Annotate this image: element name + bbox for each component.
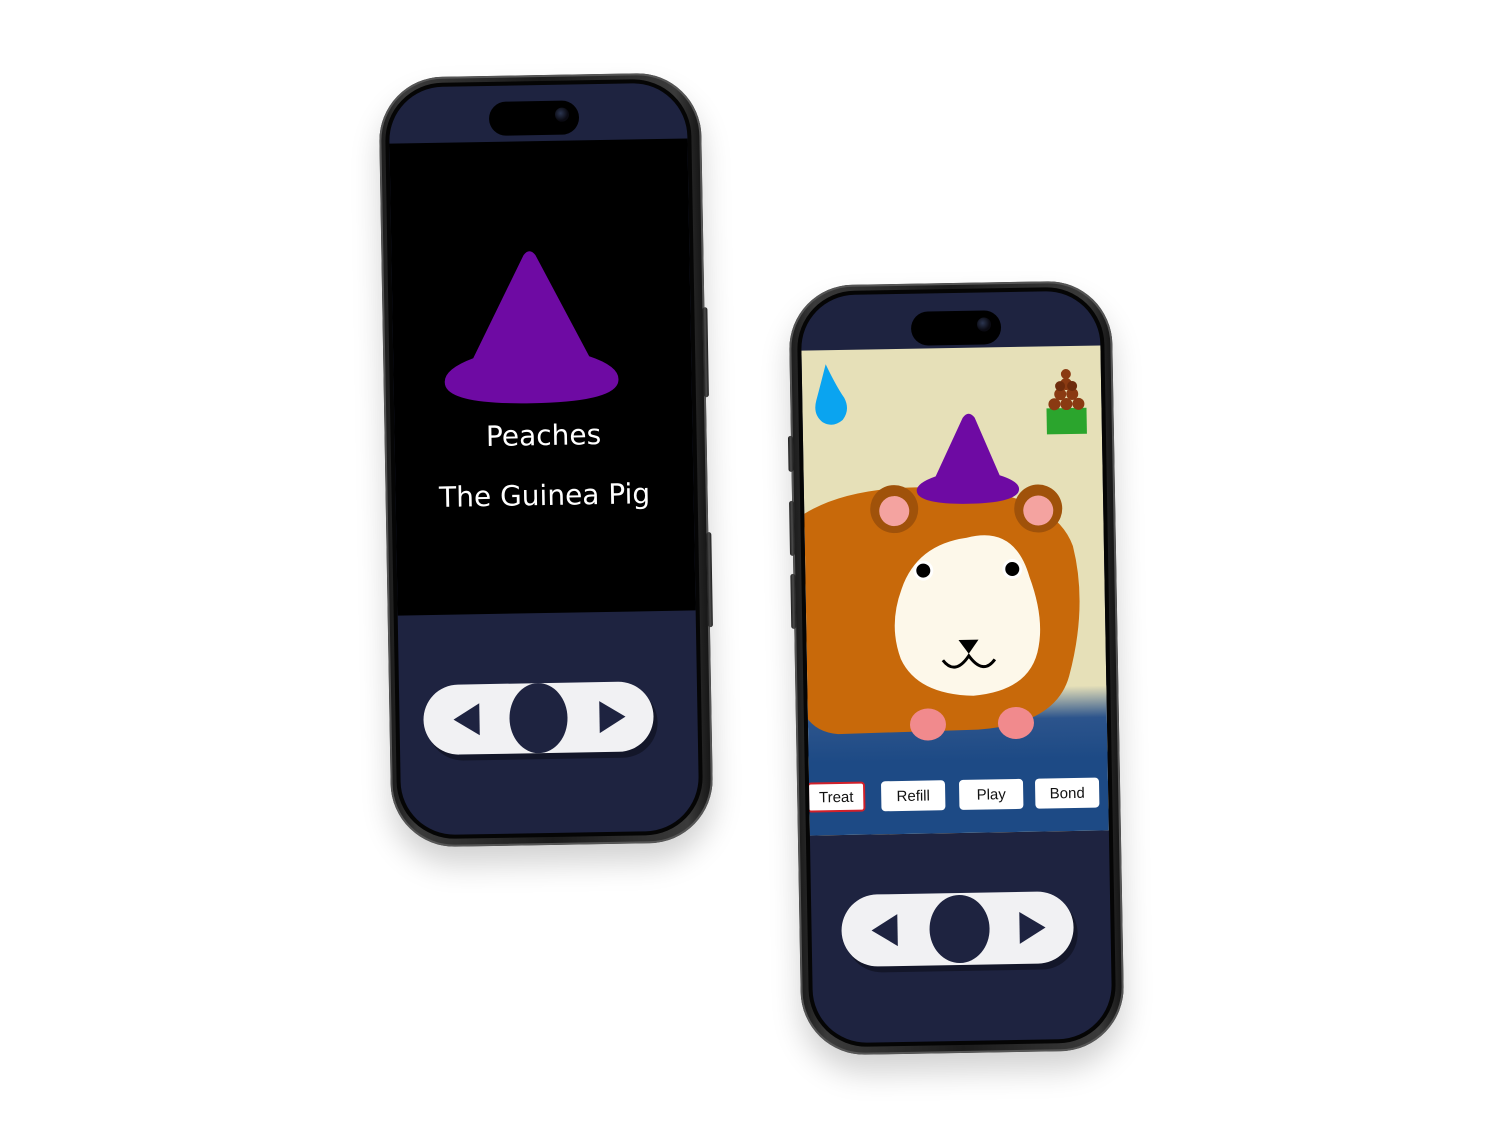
camera-icon bbox=[554, 107, 570, 122]
treat-button[interactable]: Treat bbox=[806, 781, 866, 813]
select-button[interactable] bbox=[928, 894, 991, 964]
left-arrow-icon[interactable] bbox=[453, 703, 480, 736]
mute-switch bbox=[787, 435, 794, 472]
screen: Treat Refill Play Bond bbox=[800, 290, 1113, 1044]
refill-button[interactable]: Refill bbox=[880, 780, 946, 812]
phone-title-screen: Peaches The Guinea Pig bbox=[378, 72, 714, 848]
volume-up-button bbox=[789, 500, 796, 556]
right-arrow-icon[interactable] bbox=[1019, 911, 1046, 944]
controller-pad bbox=[422, 681, 655, 756]
dynamic-island bbox=[910, 310, 1002, 346]
food-bowl-icon[interactable] bbox=[1046, 369, 1087, 435]
power-button bbox=[702, 307, 709, 398]
left-arrow-icon[interactable] bbox=[871, 914, 898, 947]
pet-scene bbox=[801, 364, 1087, 743]
wizard-hat-icon bbox=[444, 251, 619, 404]
dynamic-island bbox=[488, 100, 580, 136]
action-bar: Treat Refill Play Bond bbox=[806, 777, 1109, 822]
controller-pad bbox=[840, 891, 1075, 968]
bezel: Peaches The Guinea Pig bbox=[384, 78, 704, 840]
game-area: Treat Refill Play Bond bbox=[801, 345, 1109, 836]
bond-button[interactable]: Bond bbox=[1034, 777, 1100, 809]
title-display: Peaches The Guinea Pig bbox=[389, 138, 696, 616]
water-drop-icon[interactable] bbox=[815, 364, 848, 425]
phone-game-screen: Treat Refill Play Bond bbox=[787, 280, 1125, 1056]
play-button[interactable]: Play bbox=[958, 778, 1024, 810]
screen: Peaches The Guinea Pig bbox=[388, 82, 700, 836]
guinea-pig-avatar[interactable] bbox=[801, 412, 1082, 743]
side-button bbox=[706, 532, 713, 628]
select-button[interactable] bbox=[508, 682, 569, 754]
camera-icon bbox=[976, 317, 992, 332]
mockup-stage: Peaches The Guinea Pig Treat Refill Play… bbox=[0, 0, 1501, 1126]
volume-down-button bbox=[790, 573, 797, 629]
right-arrow-icon[interactable] bbox=[599, 700, 626, 734]
pet-name: Peaches bbox=[485, 418, 602, 454]
pet-species: The Guinea Pig bbox=[438, 477, 651, 514]
bezel: Treat Refill Play Bond bbox=[796, 286, 1117, 1048]
